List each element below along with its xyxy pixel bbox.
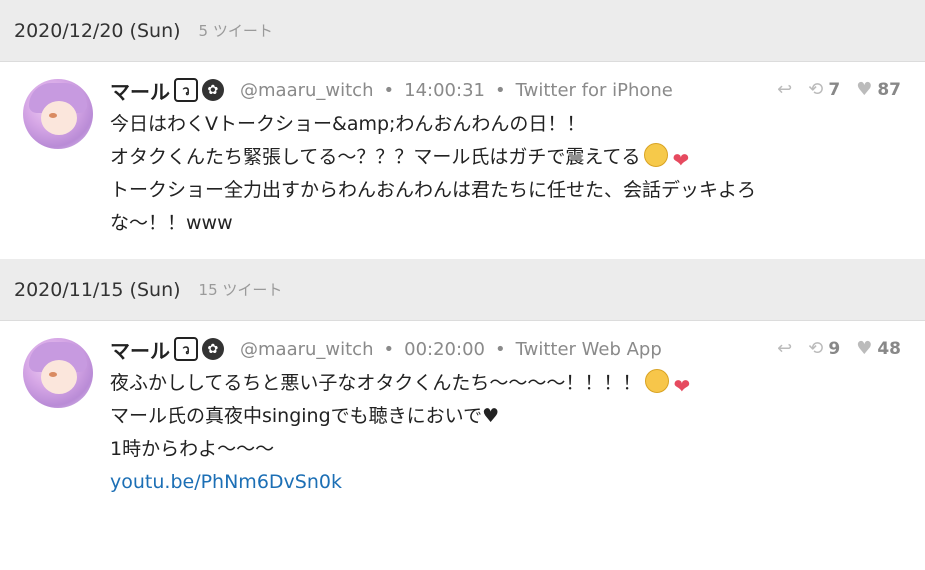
tweet-time[interactable]: 00:20:00: [404, 339, 485, 360]
tweet: マール ว ✿ @maaru_witch • 00:20:00 • Twitte…: [0, 321, 925, 570]
tweet-source: Twitter Web App: [515, 338, 662, 360]
retweet-icon[interactable]: ⟲: [808, 79, 823, 100]
tweet-line: オタクくんたち緊張してる〜？？？マール氏はガチで震えてる ❤: [110, 141, 885, 174]
like-count: 87: [877, 79, 901, 100]
separator-dot: •: [494, 338, 506, 360]
display-name[interactable]: マール: [110, 335, 170, 364]
tweet-actions: ↩ ⟲ 7 ♥ 87: [761, 79, 901, 100]
tweet-line: 1時からわよ〜〜〜: [110, 438, 275, 460]
tweet-time[interactable]: 14:00:31: [404, 80, 485, 101]
separator-dot: •: [383, 338, 395, 360]
tweet-actions: ↩ ⟲ 9 ♥ 48: [761, 338, 901, 359]
separator-dot: •: [494, 79, 506, 101]
day-header: 2020/11/15 (Sun) 15 ツイート: [0, 259, 925, 321]
avatar[interactable]: [23, 79, 93, 149]
day-header: 2020/12/20 (Sun) 5 ツイート: [0, 0, 925, 62]
tweet-body: 夜ふかししてるちと悪い子なオタクくんたち〜〜〜〜！！！！ ❤ マール氏の真夜中si…: [110, 367, 925, 499]
retweet-count: 9: [828, 338, 841, 359]
heart-icon[interactable]: ♥: [856, 79, 872, 100]
tweet-line: トークショー全力出すからわんおんわんは君たちに任せた、会話デッキよろ: [110, 179, 757, 201]
retweet-icon[interactable]: ⟲: [808, 338, 823, 359]
reply-icon[interactable]: ↩: [777, 79, 792, 100]
swirl-icon: ว: [174, 78, 198, 102]
tweet-source: Twitter for iPhone: [515, 79, 673, 101]
tweet-link-line: youtu.be/PhNm6DvSn0k: [110, 466, 885, 499]
tweet-line-text: オタクくんたち緊張してる〜？？？マール氏はガチで震えてる: [110, 146, 641, 168]
tweet-count: 5 ツイート: [198, 22, 273, 40]
tweet-link[interactable]: youtu.be/PhNm6DvSn0k: [110, 471, 342, 493]
like-count: 48: [877, 338, 901, 359]
tweet-line-text: 夜ふかししてるちと悪い子なオタクくんたち〜〜〜〜！！！！: [110, 372, 642, 394]
day-date: 2020/11/15 (Sun): [14, 278, 181, 301]
smirking-face-icon: [645, 369, 670, 393]
flower-icon: ✿: [202, 79, 224, 101]
tweet-line: な〜！！www: [110, 212, 233, 234]
avatar[interactable]: [23, 338, 93, 408]
swirl-icon: ว: [174, 337, 198, 361]
tweet-line: マール氏の真夜中singingでも聴きにおいで♥: [110, 405, 500, 427]
user-handle[interactable]: @maaru_witch: [240, 80, 374, 101]
tweet-line: 夜ふかししてるちと悪い子なオタクくんたち〜〜〜〜！！！！ ❤: [110, 367, 885, 400]
tweet-body: 今日はわくVトークショー&amp;わんおんわんの日！！ オタクくんたち緊張してる…: [110, 108, 925, 240]
sparkling-heart-icon: ❤: [672, 148, 690, 172]
flower-icon: ✿: [202, 338, 224, 360]
tweet: マール ว ✿ @maaru_witch • 14:00:31 • Twitte…: [0, 62, 925, 259]
tweet-line: 今日はわくVトークショー&amp;わんおんわんの日！！: [110, 113, 586, 135]
separator-dot: •: [383, 79, 395, 101]
display-name[interactable]: マール: [110, 76, 170, 105]
confounded-face-icon: [644, 143, 669, 167]
sparkling-heart-icon: ❤: [673, 374, 691, 398]
tweet-count: 15 ツイート: [198, 281, 283, 299]
heart-icon[interactable]: ♥: [856, 338, 872, 359]
retweet-count: 7: [828, 79, 841, 100]
user-handle[interactable]: @maaru_witch: [240, 339, 374, 360]
day-date: 2020/12/20 (Sun): [14, 19, 181, 42]
reply-icon[interactable]: ↩: [777, 338, 792, 359]
